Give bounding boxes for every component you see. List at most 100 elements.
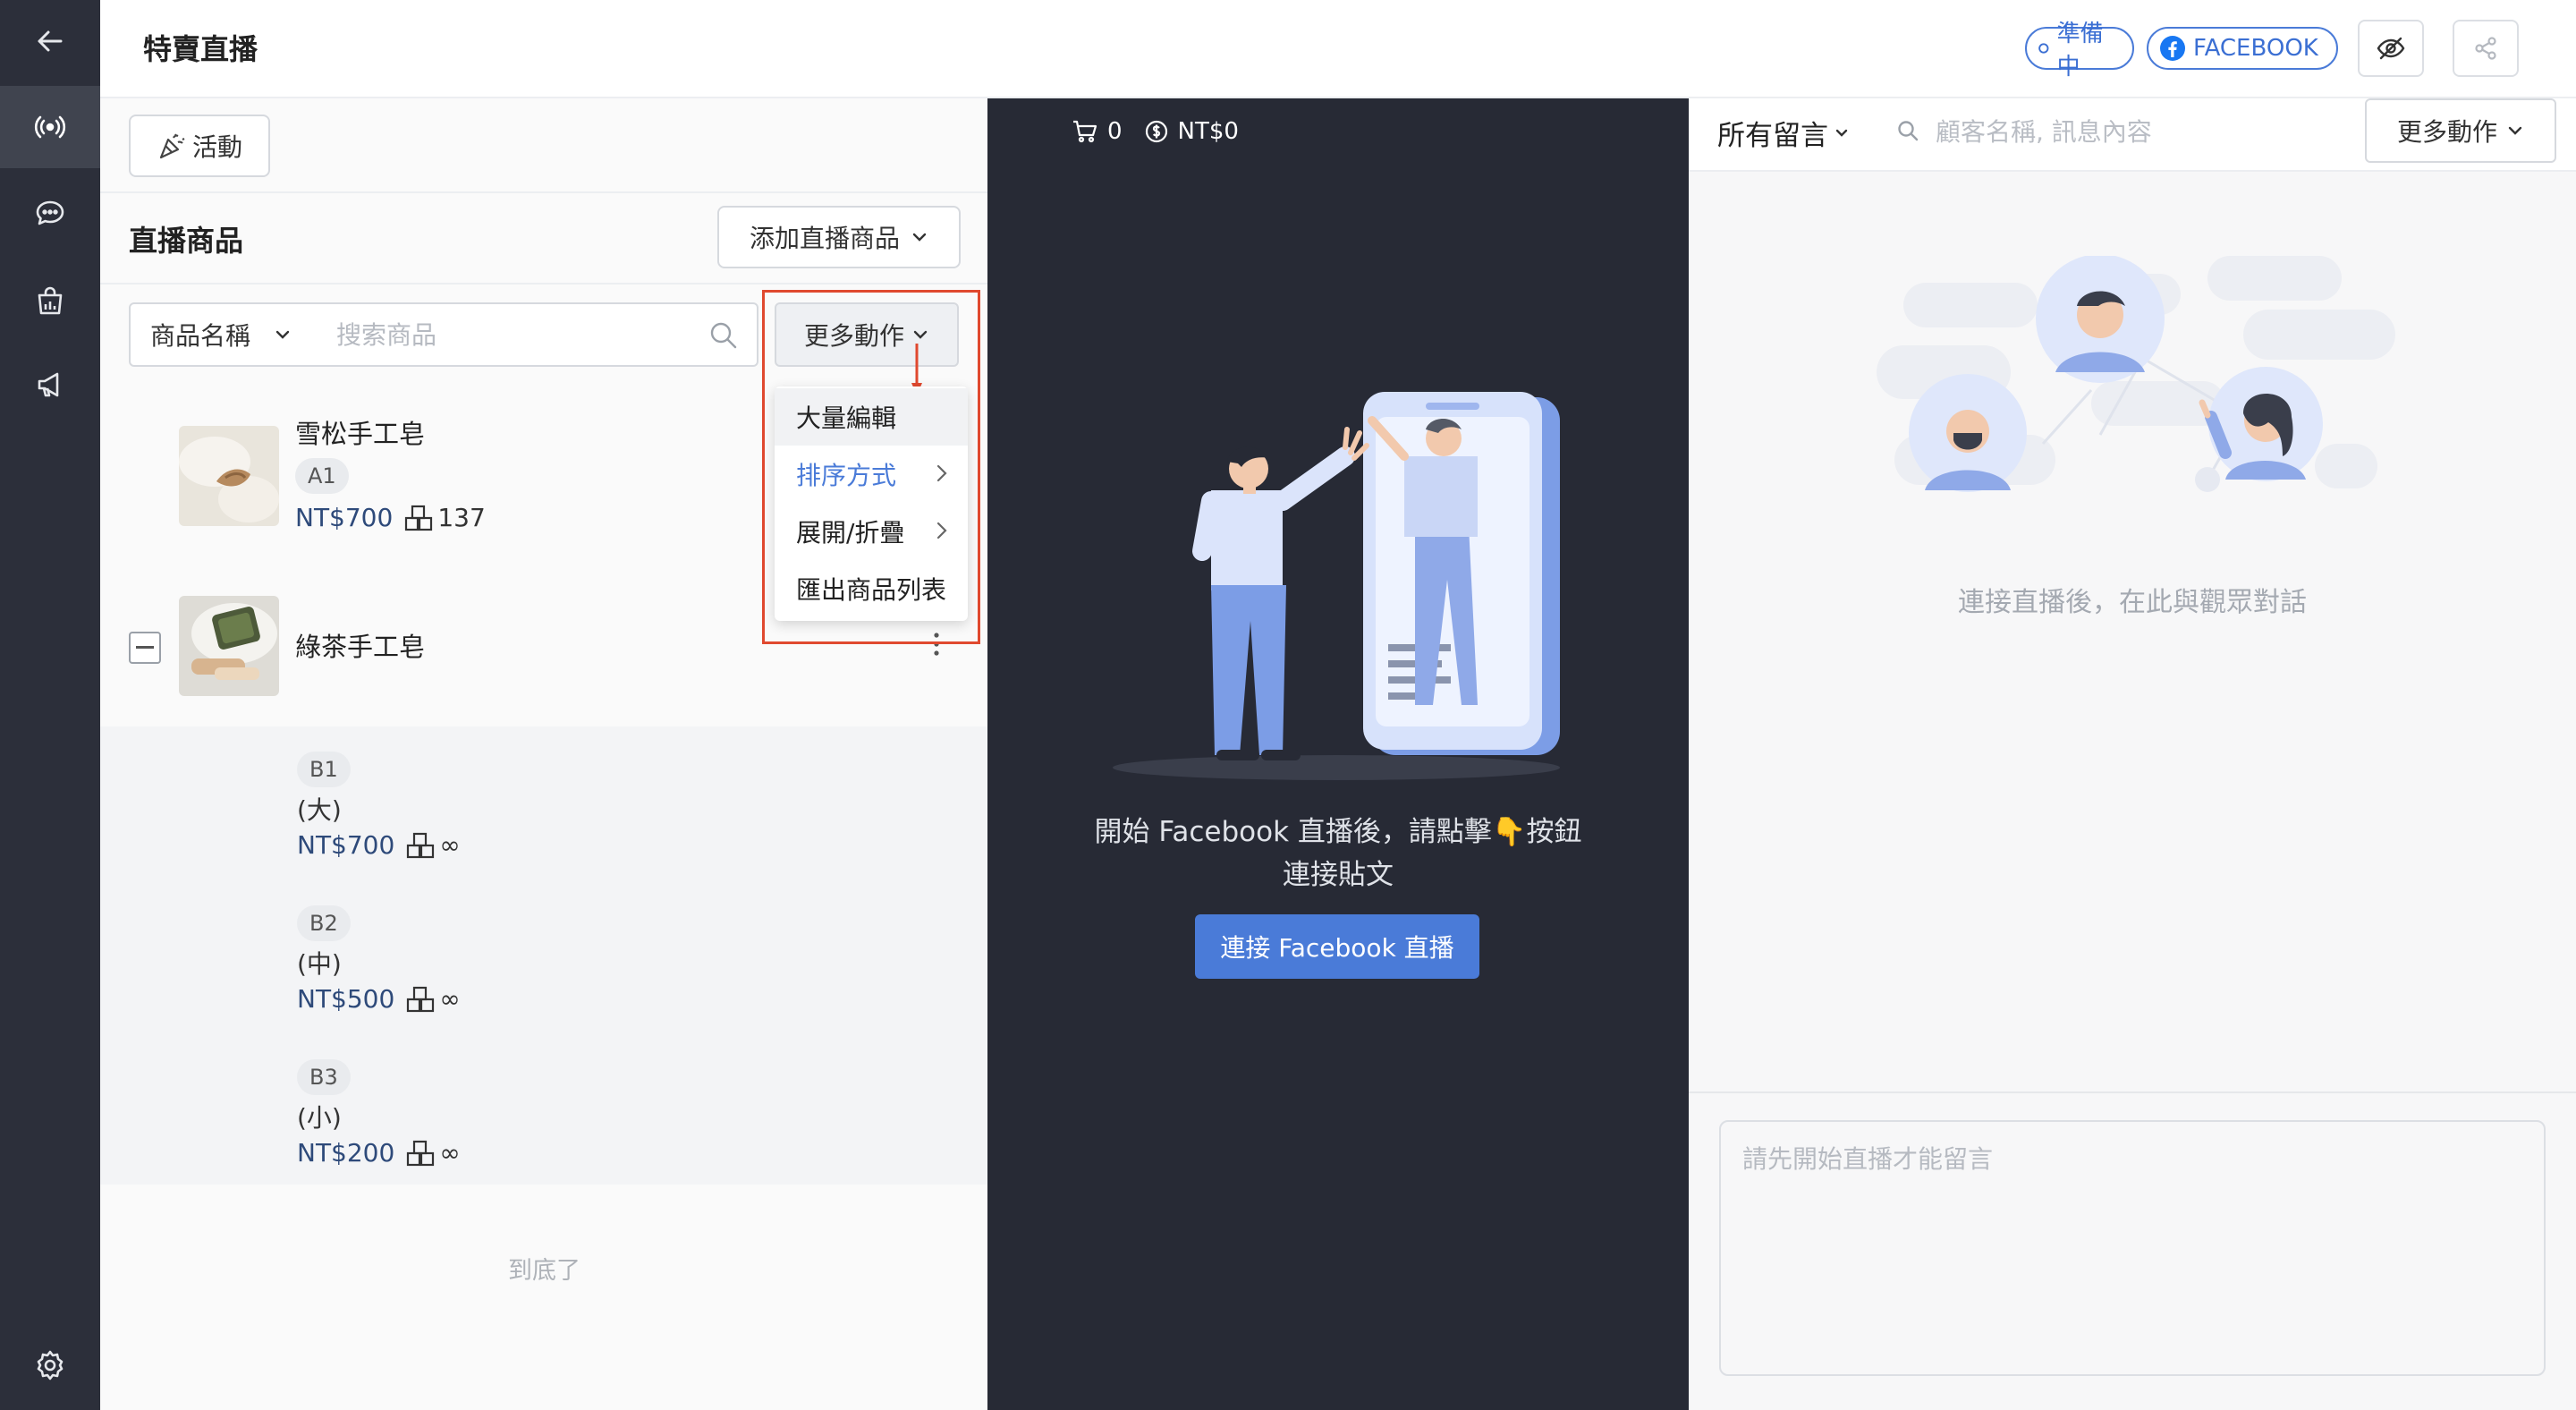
stage-instruction-line1: 開始 Facebook 直播後，請點擊👇按鈕: [1094, 816, 1582, 848]
inventory-boxes-icon: [405, 505, 433, 531]
page-title: 特賣直播: [143, 32, 258, 66]
variant-stock: ∞: [405, 984, 461, 1014]
variant-code-tag: B1: [297, 752, 351, 787]
status-badge: 準備中: [2025, 21, 2134, 81]
chevron-right-icon: [936, 464, 947, 482]
chevron-down-icon: [2508, 126, 2522, 135]
variant-label: (小): [297, 1103, 342, 1133]
variant-stock-value: ∞: [439, 984, 461, 1014]
divider: [100, 283, 987, 285]
dollar-circle-icon: [1145, 120, 1167, 143]
audience-chat-illustration: [1877, 256, 2395, 492]
side-rail: [0, 0, 100, 1410]
filter-field-label: 商品名稱: [150, 321, 251, 351]
menu-item-label: 排序方式: [796, 461, 897, 490]
comments-filter-label: 所有留言: [1717, 120, 1828, 152]
inventory-boxes-icon: [407, 832, 435, 858]
message-composer: [1719, 1120, 2546, 1376]
status-badge-label: 準備中: [2056, 21, 2104, 81]
live-stage: 0 NT$0 開始 Facebook 直播後，請點擊👇按鈕 連接貼文 連接 Fa…: [987, 98, 1689, 1410]
variants-list: B1 (大) NT$700 ∞ B2 (中) NT$500 ∞ B3 (小) N…: [100, 726, 987, 1185]
menu-item-export-list[interactable]: 匯出商品列表: [775, 560, 968, 617]
product-stock: 137: [403, 503, 486, 532]
eye-off-icon: [2377, 37, 2405, 60]
party-popper-icon: [159, 133, 185, 159]
variant-price: NT$700: [297, 830, 395, 860]
stage-instruction-line2: 連接貼文: [1283, 859, 1394, 891]
shop-analytics-icon[interactable]: [0, 259, 100, 342]
product-thumbnail[interactable]: [179, 426, 279, 526]
collapse-toggle-button[interactable]: [129, 632, 161, 664]
comments-filter-dropdown[interactable]: 所有留言: [1717, 113, 1850, 153]
share-icon: [2475, 37, 2496, 60]
live-broadcast-icon[interactable]: [0, 86, 100, 168]
product-search-input[interactable]: [336, 317, 694, 352]
product-price-row: NT$700 137: [295, 503, 486, 532]
inventory-boxes-icon: [407, 986, 435, 1012]
variant-price: NT$200: [297, 1138, 395, 1168]
menu-item-expand-collapse[interactable]: 展開/折疊: [775, 503, 968, 560]
hide-toggle-button[interactable]: [2358, 20, 2424, 77]
cart-count: 0: [1107, 118, 1123, 145]
settings-icon[interactable]: [0, 1324, 100, 1406]
megaphone-icon[interactable]: [0, 344, 100, 426]
connect-facebook-live-button[interactable]: 連接 Facebook 直播: [1195, 914, 1479, 979]
variant-label: (中): [297, 949, 342, 979]
revenue-value: NT$0: [1177, 118, 1239, 145]
menu-item-bulk-edit[interactable]: 大量編輯: [775, 388, 968, 446]
comments-header: 所有留言 顧客名稱, 訊息內容 更多動作: [1689, 98, 2576, 172]
variant-price-row: NT$700 ∞: [297, 830, 461, 860]
menu-item-label: 展開/折疊: [796, 518, 905, 548]
chevron-down-icon: [1835, 129, 1848, 137]
activity-button-label: 活動: [191, 132, 242, 162]
divider: [1689, 1091, 2576, 1093]
status-dot-icon: [2038, 43, 2049, 54]
inventory-boxes-icon: [407, 1140, 435, 1166]
share-button[interactable]: [2453, 20, 2519, 77]
menu-item-label: 大量編輯: [796, 403, 897, 433]
chevron-down-icon: [912, 233, 927, 242]
facebook-icon: [2160, 36, 2185, 61]
message-input[interactable]: [1742, 1140, 2512, 1193]
filter-field-select[interactable]: 商品名稱: [129, 302, 318, 367]
product-stock-value: 137: [437, 503, 486, 532]
live-stats: 0 NT$0: [1072, 118, 1239, 145]
comments-panel: 所有留言 顧客名稱, 訊息內容 更多動作 連接直播後，在此與觀眾對話 請先開始直…: [1689, 98, 2576, 1410]
search-icon[interactable]: [708, 320, 739, 351]
divider: [100, 191, 987, 193]
variant-price-row: NT$200 ∞: [297, 1138, 461, 1168]
products-panel: 活動 直播商品 添加直播商品 商品名稱 更多動作 雪松手工皂 A1 NT$700…: [100, 98, 987, 1410]
product-price: NT$700: [295, 503, 394, 532]
product-thumbnail[interactable]: [179, 596, 279, 696]
activity-button[interactable]: 活動: [129, 115, 270, 177]
variant-label: (大): [297, 795, 342, 825]
comments-search-placeholder[interactable]: 顧客名稱, 訊息內容: [1936, 113, 2152, 149]
page-header: 特賣直播 準備中 FACEBOOK: [100, 0, 2576, 98]
comments-more-actions-label: 更多動作: [2396, 117, 2497, 147]
menu-item-sort[interactable]: 排序方式: [775, 446, 968, 503]
search-icon: [1898, 121, 1919, 141]
section-title: 直播商品: [129, 224, 244, 258]
variant-code-tag: B2: [297, 905, 351, 941]
variant-stock: ∞: [405, 1138, 461, 1168]
variant-stock-value: ∞: [439, 830, 461, 860]
variant-stock: ∞: [405, 830, 461, 860]
product-code-tag: A1: [295, 458, 349, 494]
add-live-product-button[interactable]: 添加直播商品: [717, 206, 961, 268]
variant-stock-value: ∞: [439, 1138, 461, 1168]
back-icon[interactable]: [0, 0, 100, 82]
product-name[interactable]: 雪松手工皂: [295, 413, 425, 451]
more-actions-menu: 大量編輯 排序方式 展開/折疊 匯出商品列表: [775, 386, 968, 621]
chat-icon[interactable]: [0, 172, 100, 254]
cart-icon: [1073, 120, 1097, 143]
variant-price-row: NT$500 ∞: [297, 984, 461, 1014]
add-live-product-label: 添加直播商品: [749, 224, 900, 253]
variant-code-tag: B3: [297, 1059, 351, 1095]
live-stream-illustration: [1113, 392, 1560, 780]
comments-search[interactable]: 顧客名稱, 訊息內容: [1896, 113, 2152, 149]
product-search: [317, 302, 758, 367]
product-name[interactable]: 綠茶手工皂: [295, 626, 425, 664]
comments-more-actions-button[interactable]: 更多動作: [2365, 98, 2556, 163]
facebook-badge: FACEBOOK: [2147, 27, 2338, 70]
stage-instruction: 開始 Facebook 直播後，請點擊👇按鈕 連接貼文: [987, 811, 1689, 896]
